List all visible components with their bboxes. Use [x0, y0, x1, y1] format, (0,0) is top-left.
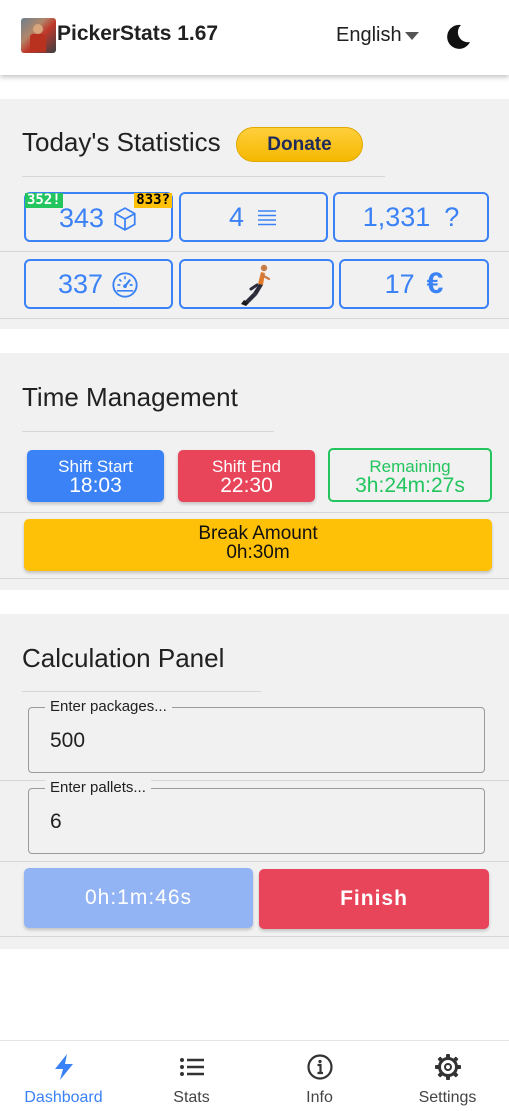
nav-settings-label: Settings	[418, 1089, 477, 1106]
nav-stats-label: Stats	[173, 1089, 210, 1106]
question-icon: ?	[444, 201, 460, 232]
remaining-display: Remaining 3h:24m:27s	[328, 448, 492, 502]
list-icon	[179, 1058, 204, 1076]
timer-button[interactable]: 0h:1m:46s	[24, 868, 253, 928]
pallets-value: 4	[228, 201, 245, 232]
nav-stats[interactable]: Stats	[128, 1041, 255, 1111]
divider	[22, 176, 385, 177]
app-bar: PickerStats 1.67 English	[0, 0, 509, 75]
pallets-field-label: Enter pallets...	[45, 779, 151, 796]
packages-field[interactable]: Enter packages... 500	[28, 698, 485, 773]
shift-start-time: 18:03	[69, 474, 122, 497]
worker-icon	[240, 264, 270, 306]
pallets-input[interactable]: 6	[50, 810, 450, 834]
divider	[0, 861, 509, 862]
euro-icon: €	[426, 267, 444, 300]
box-icon	[114, 207, 136, 231]
earnings-card[interactable]: 17 €	[339, 259, 489, 309]
remaining-time: 3h:24m:27s	[355, 474, 465, 497]
moon-icon[interactable]	[443, 22, 473, 52]
bottom-navigation: Dashboard Stats Info Settings	[0, 1040, 509, 1111]
bolt-icon	[54, 1054, 73, 1080]
calculation-title: Calculation Panel	[22, 643, 225, 673]
break-amount-button[interactable]: Break Amount 0h:30m	[24, 519, 492, 571]
nav-info-label: Info	[306, 1089, 333, 1106]
shift-end-time: 22:30	[220, 474, 273, 497]
speedometer-icon	[112, 272, 138, 298]
nav-dashboard-label: Dashboard	[24, 1089, 103, 1106]
donate-button[interactable]: Donate	[236, 127, 363, 162]
divider	[22, 431, 274, 432]
speed-card[interactable]: 337	[24, 259, 173, 309]
earnings-value: 17	[384, 268, 415, 299]
list-lines-icon	[258, 210, 277, 226]
calculation-panel: Calculation Panel Enter packages... 500 …	[0, 614, 509, 949]
divider	[0, 936, 509, 937]
packages-card[interactable]: 352! 833? 343	[24, 192, 173, 242]
packages-input[interactable]: 500	[50, 729, 450, 753]
time-management-panel: Time Management Shift Start 18:03 Shift …	[0, 353, 509, 590]
divider	[0, 512, 509, 513]
app-logo	[21, 18, 56, 53]
worker-card[interactable]	[179, 259, 334, 309]
info-icon	[306, 1054, 333, 1080]
packages-done-badge: 352!	[25, 192, 63, 208]
nav-settings[interactable]: Settings	[384, 1041, 509, 1111]
gear-icon	[434, 1054, 461, 1080]
packages-value: 343	[58, 202, 105, 233]
break-amount-label: Break Amount	[198, 523, 318, 544]
statistics-title: Today's Statistics	[22, 127, 221, 157]
shift-end-button[interactable]: Shift End 22:30	[178, 450, 315, 502]
time-management-title: Time Management	[22, 382, 238, 412]
caret-down-icon[interactable]	[405, 32, 419, 40]
packages-target-badge: 833?	[134, 192, 172, 208]
divider	[0, 318, 509, 319]
speed-value: 337	[57, 268, 104, 299]
shift-start-button[interactable]: Shift Start 18:03	[27, 450, 164, 502]
pallets-field[interactable]: Enter pallets... 6	[28, 779, 485, 854]
divider	[0, 251, 509, 252]
nav-info[interactable]: Info	[256, 1041, 383, 1111]
total-value: 1,331	[362, 201, 431, 232]
pallets-card[interactable]: 4	[179, 192, 328, 242]
app-title: PickerStats 1.67	[57, 22, 219, 45]
finish-button[interactable]: Finish	[259, 869, 489, 929]
packages-field-label: Enter packages...	[45, 698, 172, 715]
total-card[interactable]: 1,331 ?	[333, 192, 489, 242]
nav-dashboard[interactable]: Dashboard	[0, 1041, 127, 1111]
divider	[22, 691, 261, 692]
divider	[0, 578, 509, 579]
break-amount-value: 0h:30m	[226, 542, 290, 563]
language-selector[interactable]: English	[336, 24, 402, 47]
